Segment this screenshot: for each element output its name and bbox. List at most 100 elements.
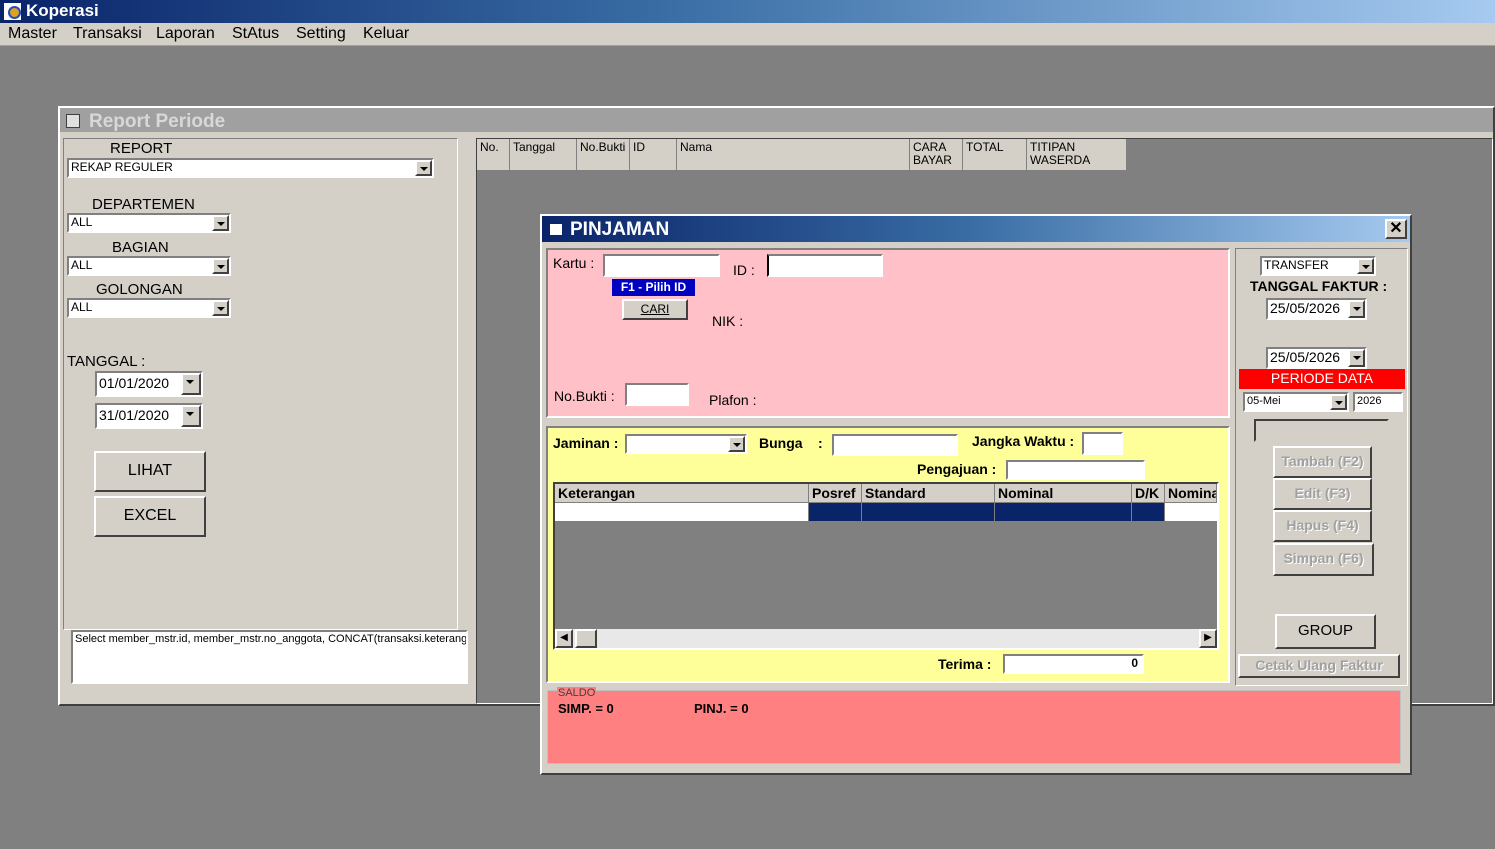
chevron-down-icon[interactable] [1348, 349, 1365, 367]
table-cell[interactable] [1165, 503, 1217, 521]
tanggal-faktur-value: 25/05/2026 [1270, 300, 1341, 316]
scroll-thumb[interactable] [575, 629, 597, 648]
tanggal-faktur-label: TANGGAL FAKTUR : [1250, 278, 1388, 294]
loan-detail-grid[interactable]: Keterangan Posref Standard Nominal D/K N… [553, 482, 1219, 650]
periode-date-value: 25/05/2026 [1270, 349, 1341, 365]
jaminan-select[interactable] [625, 434, 747, 454]
pengajuan-label: Pengajuan : [917, 461, 997, 477]
col-header-cara-bayar[interactable]: CARA BAYAR [910, 139, 963, 171]
departemen-label: DEPARTEMEN [92, 196, 195, 213]
grid-header-nominal[interactable]: Nominal [995, 484, 1132, 503]
col-header-id[interactable]: ID [630, 139, 677, 171]
grid-header-dk[interactable]: D/K [1132, 484, 1165, 503]
id-label: ID : [733, 262, 755, 278]
terima-input[interactable]: 0 [1003, 654, 1144, 674]
menu-laporan[interactable]: Laporan [156, 25, 215, 43]
app-title: Koperasi [26, 1, 99, 20]
saldo-label: SALDO [557, 687, 597, 699]
chevron-down-icon[interactable] [415, 160, 432, 176]
scroll-right-button[interactable]: ▶ [1199, 629, 1217, 648]
golongan-label: GOLONGAN [96, 281, 183, 298]
excel-button[interactable]: EXCEL [94, 496, 206, 537]
bunga-input[interactable] [832, 434, 958, 456]
horizontal-scrollbar[interactable]: ◀ ▶ [555, 629, 1217, 648]
arrow-left-icon: ◀ [560, 632, 568, 643]
tambah-button[interactable]: Tambah (F2) [1273, 446, 1372, 478]
chevron-down-icon[interactable] [212, 258, 229, 274]
simpan-button[interactable]: Simpan (F6) [1273, 543, 1374, 576]
periode-year-input[interactable]: 2026 [1353, 392, 1403, 412]
kartu-input[interactable] [603, 254, 720, 277]
grid-header-posref[interactable]: Posref [809, 484, 862, 503]
chevron-down-icon[interactable] [181, 405, 201, 427]
payment-method-select[interactable]: TRANSFER [1260, 256, 1376, 276]
chevron-down-icon[interactable] [212, 300, 229, 316]
grid-header-nomina[interactable]: Nomina [1165, 484, 1217, 503]
pinjaman-titlebar: PINJAMAN ✕ [542, 216, 1410, 242]
bagian-select[interactable]: ALL [67, 256, 231, 276]
col-header-titipan-waserda[interactable]: TITIPAN WASERDA [1027, 139, 1127, 171]
chevron-down-icon[interactable] [1348, 300, 1365, 318]
menu-status[interactable]: StAtus [232, 25, 279, 43]
table-row[interactable] [555, 503, 1217, 521]
group-button[interactable]: GROUP [1275, 614, 1376, 649]
periode-data-banner: PERIODE DATA [1239, 369, 1405, 389]
bagian-label: BAGIAN [112, 239, 169, 256]
hapus-button[interactable]: Hapus (F4) [1273, 510, 1372, 542]
report-select[interactable]: REKAP REGULER [67, 158, 434, 178]
jangka-waktu-label: Jangka Waktu : [972, 433, 1075, 449]
menu-transaksi[interactable]: Transaksi [73, 25, 142, 43]
no-bukti-input[interactable] [625, 383, 689, 406]
cari-button[interactable]: CARI [622, 299, 688, 320]
bunga-label: Bunga [759, 435, 803, 451]
menu-bar: Master Transaksi Laporan StAtus Setting … [0, 23, 1495, 46]
col-header-no-bukti[interactable]: No.Bukti [577, 139, 630, 171]
col-header-no[interactable]: No. [477, 139, 510, 171]
golongan-select[interactable]: ALL [67, 298, 231, 318]
chevron-down-icon[interactable] [212, 215, 229, 231]
departemen-select[interactable]: ALL [67, 213, 231, 233]
scroll-left-button[interactable]: ◀ [555, 629, 573, 648]
lihat-button[interactable]: LIHAT [94, 451, 206, 492]
table-cell[interactable] [1132, 503, 1165, 521]
f1-pilih-id-button[interactable]: F1 - Pilih ID [612, 279, 695, 296]
edit-button[interactable]: Edit (F3) [1273, 478, 1372, 510]
golongan-select-value: ALL [71, 300, 93, 314]
chevron-down-icon[interactable] [1357, 258, 1374, 274]
table-cell[interactable] [995, 503, 1132, 521]
col-header-tanggal[interactable]: Tanggal [510, 139, 577, 171]
id-input[interactable] [767, 254, 883, 277]
date-from-picker[interactable]: 01/01/2020 [95, 371, 203, 397]
chevron-down-icon[interactable] [728, 436, 745, 452]
grid-header-keterangan[interactable]: Keterangan [555, 484, 809, 503]
jaminan-label: Jaminan : [553, 435, 619, 451]
cetak-ulang-faktur-button[interactable]: Cetak Ulang Faktur [1238, 654, 1400, 678]
tanggal-faktur-picker[interactable]: 25/05/2026 [1266, 298, 1367, 320]
col-header-total[interactable]: TOTAL [963, 139, 1027, 171]
date-to-picker[interactable]: 31/01/2020 [95, 403, 203, 429]
grid-header-standard[interactable]: Standard [862, 484, 995, 503]
close-button[interactable]: ✕ [1385, 219, 1407, 239]
menu-setting[interactable]: Setting [296, 25, 346, 43]
no-bukti-label: No.Bukti : [554, 388, 615, 404]
bunga-colon: : [818, 435, 823, 451]
app-title-bar: Koperasi [0, 0, 1495, 23]
menu-master[interactable]: Master [8, 25, 57, 43]
date-from-value: 01/01/2020 [99, 375, 170, 391]
menu-keluar[interactable]: Keluar [363, 25, 409, 43]
pengajuan-input[interactable] [1006, 460, 1145, 480]
report-window-title: Report Periode [89, 111, 226, 132]
chevron-down-icon[interactable] [1330, 394, 1347, 410]
periode-month-select[interactable]: 05-Mei [1243, 392, 1349, 412]
arrow-right-icon: ▶ [1204, 632, 1212, 643]
periode-date-picker[interactable]: 25/05/2026 [1266, 347, 1367, 369]
jangka-waktu-input[interactable] [1082, 432, 1123, 455]
sql-query-textbox[interactable]: Select member_mstr.id, member_mstr.no_an… [71, 630, 468, 684]
report-window-titlebar: Report Periode [60, 108, 1493, 132]
table-cell[interactable] [555, 503, 809, 521]
app-icon [3, 2, 22, 21]
table-cell[interactable] [862, 503, 995, 521]
col-header-nama[interactable]: Nama [677, 139, 910, 171]
chevron-down-icon[interactable] [181, 373, 201, 395]
table-cell[interactable] [809, 503, 862, 521]
